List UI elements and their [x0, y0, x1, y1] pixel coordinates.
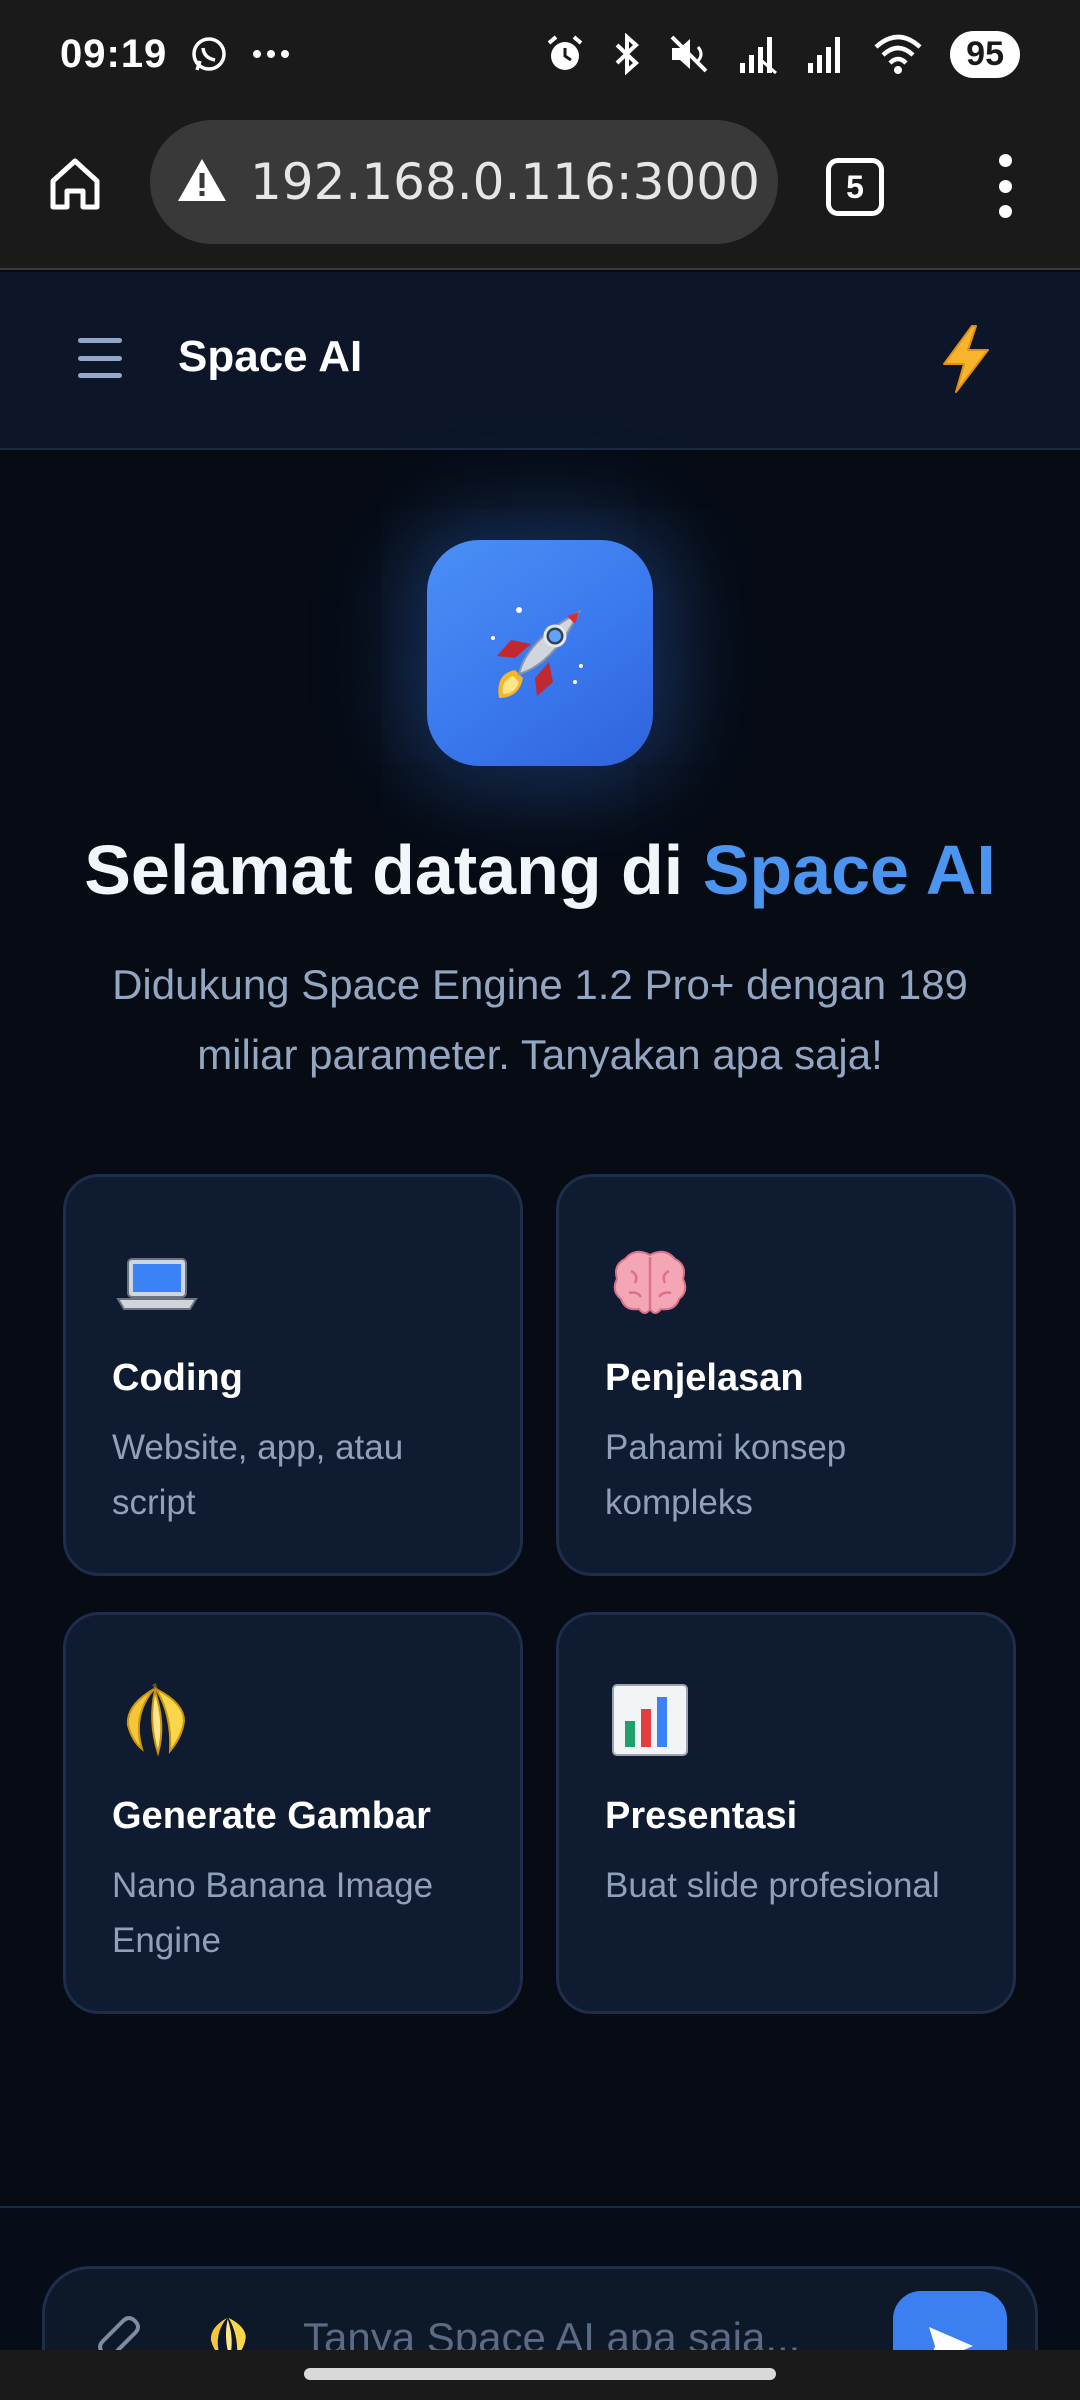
card-title: Penjelasan: [605, 1357, 804, 1399]
menu-dots-icon[interactable]: [990, 146, 1020, 226]
lightning-icon[interactable]: [936, 324, 996, 394]
wifi-icon: [872, 33, 924, 75]
app-header: Space AI: [0, 272, 1080, 450]
bar-chart-icon: [605, 1675, 695, 1765]
warning-icon[interactable]: [176, 156, 228, 209]
card-presentasi[interactable]: Presentasi Buat slide profesional: [556, 1612, 1016, 2014]
home-icon[interactable]: [42, 150, 108, 216]
status-bar: 09:19 95: [0, 0, 1080, 108]
card-coding[interactable]: Coding Website, app, atau script: [63, 1174, 523, 1576]
hero-subtitle: Didukung Space Engine 1.2 Pro+ dengan 18…: [112, 961, 968, 1078]
battery-level: 95: [950, 30, 1020, 78]
card-generate-gambar[interactable]: Generate Gambar Nano Banana Image Engine: [63, 1612, 523, 2014]
card-description: Website, app, atau script: [112, 1428, 404, 1522]
tab-count: 5: [846, 168, 864, 205]
card-description: Nano Banana Image Engine: [112, 1866, 434, 1960]
whatsapp-icon: [189, 34, 229, 74]
bluetooth-icon: [612, 33, 642, 75]
laptop-icon: [112, 1237, 202, 1327]
url-text: 192.168.0.116:3000: [250, 153, 760, 211]
signal-icon: [736, 33, 778, 75]
brain-icon: [605, 1237, 695, 1327]
card-description: Buat slide profesional: [605, 1866, 940, 1905]
card-penjelasan[interactable]: Penjelasan Pahami konsep kompleks: [556, 1174, 1016, 1576]
hero-heading-prefix: Selamat datang di: [84, 831, 703, 909]
hero-heading: Selamat datang di Space AI: [0, 830, 1080, 910]
card-title: Coding: [112, 1357, 243, 1399]
gesture-handle[interactable]: [304, 2368, 776, 2380]
tabs-icon[interactable]: 5: [826, 158, 884, 216]
card-description: Pahami konsep kompleks: [605, 1428, 847, 1522]
banana-icon: [112, 1675, 202, 1765]
url-bar[interactable]: 192.168.0.116:3000: [150, 120, 778, 244]
signal-icon: [804, 33, 846, 75]
card-title: Generate Gambar: [112, 1795, 431, 1837]
hamburger-icon[interactable]: [78, 338, 122, 378]
card-title: Presentasi: [605, 1795, 798, 1837]
app-title: Space AI: [178, 332, 363, 381]
hero-heading-accent: Space AI: [702, 831, 996, 909]
status-time: 09:19: [60, 31, 168, 76]
mute-icon: [668, 33, 710, 75]
more-dots-icon: [251, 48, 291, 60]
alarm-icon: [544, 33, 586, 75]
browser-toolbar: 192.168.0.116:3000 5: [0, 108, 1080, 270]
status-left: 09:19: [60, 32, 291, 77]
rocket-icon: [427, 540, 653, 766]
status-right: 95: [544, 30, 1020, 78]
